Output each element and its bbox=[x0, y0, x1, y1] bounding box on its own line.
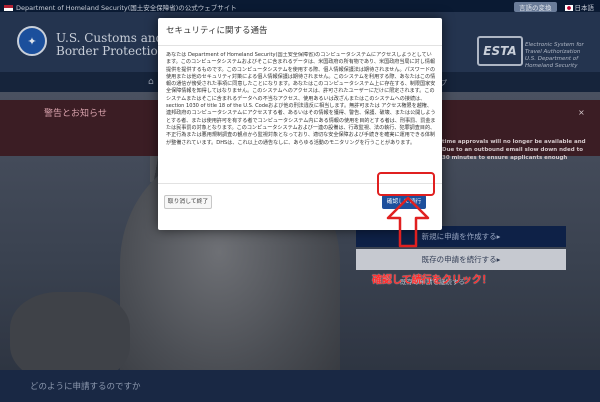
home-icon[interactable]: ⌂ bbox=[148, 77, 154, 87]
us-flag-icon bbox=[4, 5, 13, 11]
alert-close-icon[interactable]: × bbox=[578, 108, 585, 117]
esta-subtitle: Electronic System for Travel Authorizati… bbox=[525, 42, 584, 69]
language-current[interactable]: 日本語 bbox=[575, 4, 595, 12]
esta-logo: ESTA bbox=[477, 36, 523, 66]
dialog-header: セキュリティに関する通告 bbox=[158, 18, 442, 46]
instruction-note: 確認して続行をクリック！ bbox=[372, 275, 492, 286]
statue-arm bbox=[10, 292, 130, 370]
dhs-seal-icon: ✦ bbox=[17, 26, 47, 56]
language-button[interactable]: 言語の変換 bbox=[514, 2, 557, 12]
japan-flag-icon bbox=[564, 5, 573, 11]
up-arrow-icon bbox=[386, 196, 430, 248]
cancel-exit-button[interactable]: 取り消して終了 bbox=[164, 195, 212, 209]
alert-title: 警告とお知らせ bbox=[44, 109, 107, 119]
language-area: 言語の変換 日本語 bbox=[514, 2, 594, 12]
dialog-title: セキュリティに関する通告 bbox=[166, 26, 268, 36]
agency-title[interactable]: U.S. Customs and Border Protection bbox=[56, 32, 165, 58]
highlight-box bbox=[377, 172, 435, 196]
site-label: Department of Homeland Security(国土安全保障省)… bbox=[4, 2, 237, 12]
alert-text: time approvals will no longer be availab… bbox=[442, 139, 586, 161]
continue-application-button[interactable]: 既存の申請を続行する▸ bbox=[356, 249, 566, 270]
how-to-apply-heading: どのように申請するのですか bbox=[30, 382, 141, 392]
top-bar: Department of Homeland Security(国土安全保障省)… bbox=[0, 0, 600, 12]
